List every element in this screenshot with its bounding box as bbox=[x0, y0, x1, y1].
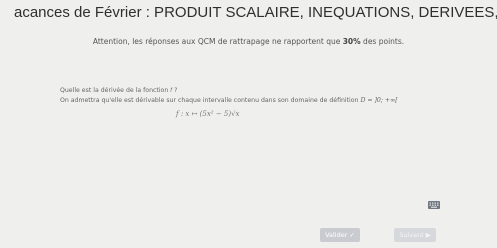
question-prompt: Quelle est la dérivée de la fonction 𝑓 ? bbox=[60, 87, 178, 94]
notice-after: des points. bbox=[360, 37, 405, 46]
function-formula: f : x ↦ (5x² − 5)√x bbox=[176, 110, 240, 118]
question-assumption: On admettra qu'elle est dérivable sur ch… bbox=[60, 97, 398, 104]
keyboard-icon[interactable] bbox=[428, 194, 440, 209]
validate-button[interactable]: Valider ✓ bbox=[320, 228, 360, 242]
exercise-title: acances de Février : PRODUIT SCALAIRE, I… bbox=[14, 4, 497, 21]
next-button[interactable]: Suivant ▶ bbox=[394, 228, 436, 242]
definition-domain: D = ]0; +∞[ bbox=[360, 97, 398, 104]
assumption-text: On admettra qu'elle est dérivable sur ch… bbox=[60, 97, 359, 104]
notice-highlight: 30% bbox=[342, 37, 361, 46]
notice-before: Attention, les réponses aux QCM de rattr… bbox=[92, 37, 343, 46]
notice-text: Attention, les réponses aux QCM de rattr… bbox=[0, 37, 497, 46]
